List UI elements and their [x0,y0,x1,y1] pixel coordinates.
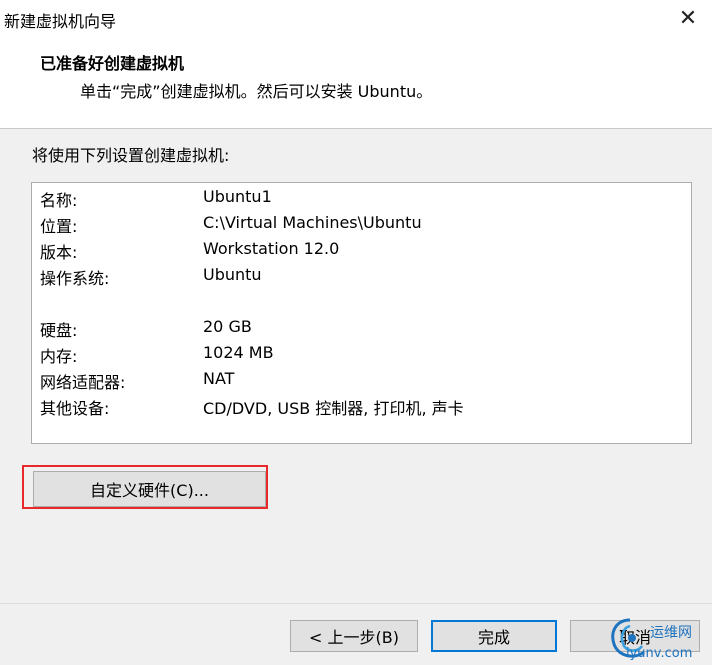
summary-value: Workstation 12.0 [203,239,340,258]
finish-button[interactable]: 完成 [431,620,557,652]
summary-row-version: 版本: Workstation 12.0 [40,239,340,262]
page-subheading: 单击“完成”创建虚拟机。然后可以安装 Ubuntu。 [80,82,433,101]
summary-row-name: 名称: Ubuntu1 [40,187,272,210]
summary-row-network: 网络适配器: NAT [40,369,235,392]
window-title: 新建虚拟机向导 [4,12,117,31]
summary-label: 版本: [40,243,78,262]
customize-hardware-button[interactable]: 自定义硬件(C)... [33,471,266,507]
close-icon[interactable]: ✕ [674,4,702,32]
summary-row-os: 操作系统: Ubuntu [40,265,262,288]
footer-divider [0,603,712,604]
back-button[interactable]: < 上一步(B) [290,620,418,652]
summary-value: CD/DVD, USB 控制器, 打印机, 声卡 [203,399,464,418]
summary-value: 1024 MB [203,343,274,362]
page-heading: 已准备好创建虚拟机 [40,54,185,73]
summary-value: NAT [203,369,235,388]
new-vm-wizard-dialog: 新建虚拟机向导 ✕ 已准备好创建虚拟机 单击“完成”创建虚拟机。然后可以安装 U… [0,0,712,665]
summary-value: Ubuntu [203,265,262,284]
cancel-button[interactable]: 取消 [570,620,700,652]
header-panel: 已准备好创建虚拟机 单击“完成”创建虚拟机。然后可以安装 Ubuntu。 [0,34,712,129]
settings-intro-label: 将使用下列设置创建虚拟机: [32,146,230,165]
summary-label: 名称: [40,191,78,210]
summary-value: C:\Virtual Machines\Ubuntu [203,213,422,232]
summary-label: 内存: [40,347,78,366]
summary-row-other-devices: 其他设备: CD/DVD, USB 控制器, 打印机, 声卡 [40,395,464,418]
summary-label: 网络适配器: [40,373,126,392]
summary-row-location: 位置: C:\Virtual Machines\Ubuntu [40,213,422,236]
summary-label: 硬盘: [40,321,78,340]
summary-value: Ubuntu1 [203,187,272,206]
title-bar: 新建虚拟机向导 ✕ [0,0,712,34]
summary-value: 20 GB [203,317,252,336]
summary-row-disk: 硬盘: 20 GB [40,317,252,340]
settings-summary-box: 名称: Ubuntu1 位置: C:\Virtual Machines\Ubun… [31,182,692,444]
summary-row-memory: 内存: 1024 MB [40,343,274,366]
summary-label: 位置: [40,217,78,236]
summary-label: 其他设备: [40,399,110,418]
summary-label: 操作系统: [40,269,110,288]
